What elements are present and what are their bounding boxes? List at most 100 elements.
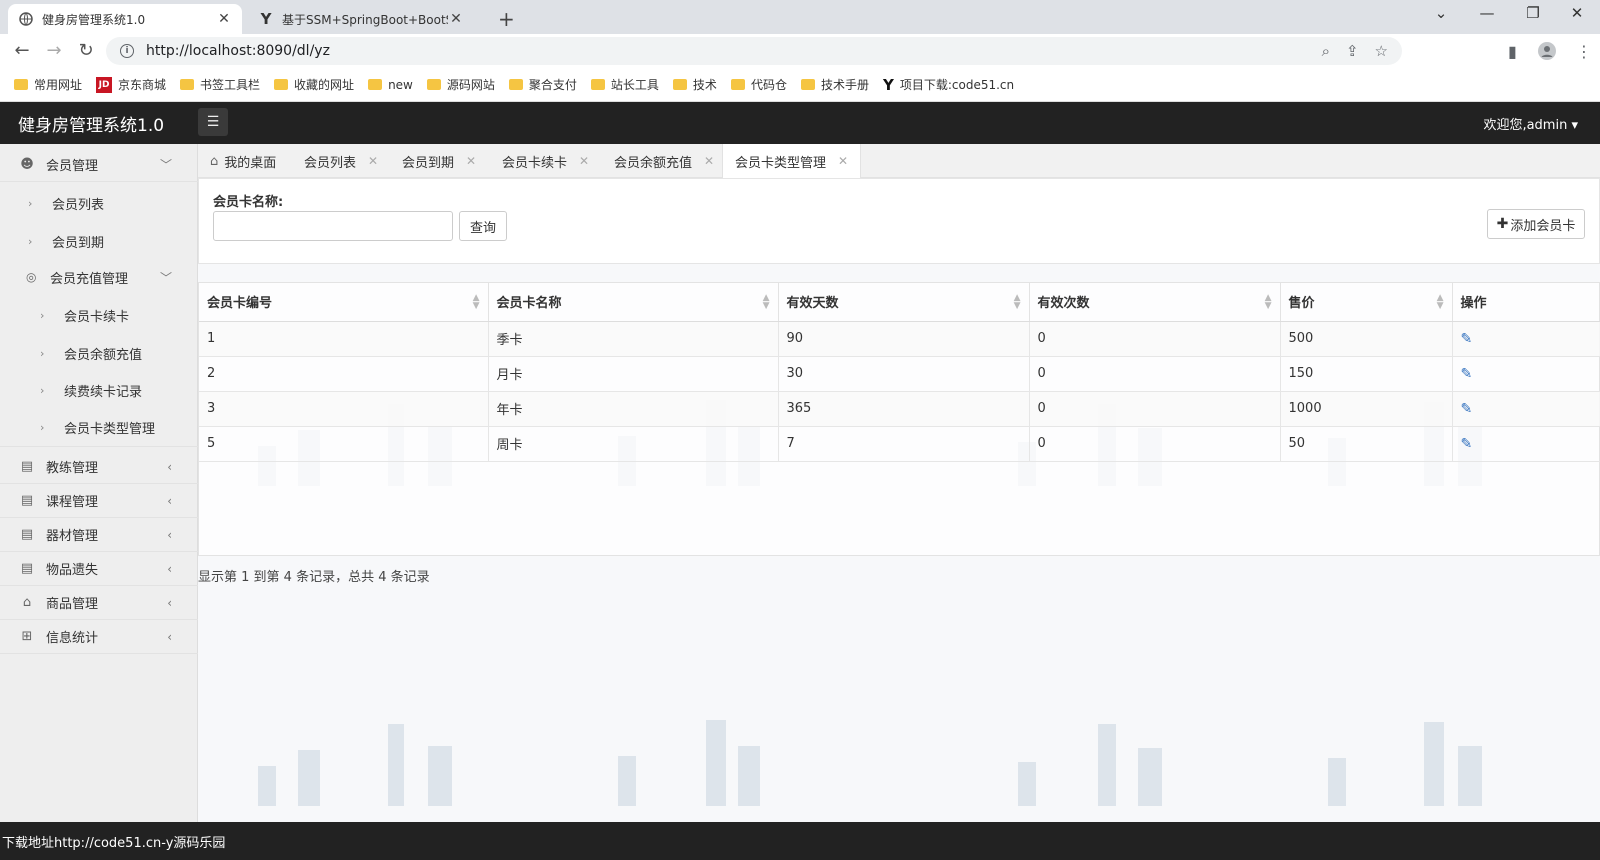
bookmark-item[interactable]: 技术: [672, 76, 717, 93]
column-header[interactable]: 会员卡编号 ▲ ▼: [199, 283, 489, 322]
side-panel-icon[interactable]: ▮: [1508, 42, 1517, 61]
sidebar-item-member-expire[interactable]: › 会员到期: [0, 222, 198, 260]
bookmark-item[interactable]: 聚合支付: [508, 76, 577, 93]
chevron-left-icon: ‹: [167, 595, 172, 610]
sidebar-item-lost-items[interactable]: ▤ 物品遗失 ‹: [0, 552, 198, 586]
sidebar-item-card-renew[interactable]: › 会员卡续卡: [0, 296, 198, 334]
browser-tab-active[interactable]: 健身房管理系统1.0 ✕: [8, 4, 242, 34]
bookmark-item[interactable]: JD 京东商城: [96, 76, 166, 93]
close-icon[interactable]: ✕: [368, 154, 378, 168]
url-bar[interactable]: i http://localhost:8090/dl/yz ⌕ ⇪ ☆: [106, 37, 1402, 65]
coin-icon: ◎: [26, 270, 37, 284]
browser-tab-title: 基于SSM+SpringBoot+BootSt: [282, 12, 448, 27]
sidebar-item-label: 会员卡类型管理: [64, 422, 156, 437]
bag-icon: ⌂: [22, 595, 32, 610]
info-icon[interactable]: i: [120, 44, 134, 58]
sidebar-item-member-mgmt[interactable]: ☻ 会员管理 ﹀: [0, 148, 198, 182]
sidebar-item-balance-recharge[interactable]: › 会员余额充值: [0, 334, 198, 372]
edit-pencil-icon[interactable]: ✎: [1461, 366, 1473, 382]
menu-toggle-icon[interactable]: ☰: [198, 108, 228, 136]
skyline-decoration: [198, 716, 1600, 806]
bookmark-item[interactable]: 源码网站: [426, 76, 495, 93]
search-panel: 会员卡名称: 查询 ✚ 添加会员卡: [198, 178, 1600, 264]
folder-icon: [274, 79, 289, 90]
query-button[interactable]: 查询: [459, 211, 507, 241]
document-icon: ▤: [20, 527, 34, 542]
table-row: 1 季卡 90 0 500 ✎: [199, 321, 1600, 357]
back-icon[interactable]: ←: [10, 40, 34, 61]
zoom-icon[interactable]: ⌕: [1322, 42, 1330, 60]
chevron-down-icon: ﹀: [159, 270, 172, 285]
chevron-left-icon: ‹: [167, 493, 172, 508]
share-icon[interactable]: ⇪: [1346, 42, 1359, 60]
profile-avatar-icon[interactable]: [1538, 42, 1556, 64]
user-menu[interactable]: 欢迎您,admin ▾: [1483, 114, 1578, 133]
more-menu-icon[interactable]: ⋮: [1576, 42, 1592, 61]
grid-icon: ⊞: [21, 629, 33, 644]
url-text[interactable]: http://localhost:8090/dl/yz: [146, 43, 330, 59]
bookmark-item[interactable]: 书签工具栏: [180, 76, 260, 93]
reload-icon[interactable]: ↻: [74, 40, 98, 61]
close-icon[interactable]: ✕: [704, 154, 714, 168]
close-icon[interactable]: ✕: [466, 154, 476, 168]
column-header[interactable]: 有效次数 ▲ ▼: [1029, 283, 1281, 322]
sidebar-item-renew-records[interactable]: › 续费续卡记录: [0, 371, 198, 409]
sidebar-item-equipment-mgmt[interactable]: ▤ 器材管理 ‹: [0, 518, 198, 552]
restore-icon[interactable]: ❐: [1510, 4, 1556, 22]
tab-member-list[interactable]: 会员列表 ✕: [292, 144, 390, 178]
table-row: 2 月卡 30 0 150 ✎: [199, 356, 1600, 392]
tab-balance-recharge[interactable]: 会员余额充值 ✕: [602, 144, 726, 178]
sidebar-item-goods-mgmt[interactable]: ⌂ 商品管理 ‹: [0, 586, 198, 620]
sidebar-item-label: 课程管理: [46, 495, 99, 510]
edit-pencil-icon[interactable]: ✎: [1461, 436, 1473, 452]
user-icon: ☻: [20, 157, 34, 172]
browser-tab-title: 健身房管理系统1.0: [42, 12, 146, 27]
tab-member-expire[interactable]: 会员到期 ✕: [390, 144, 488, 178]
edit-pencil-icon[interactable]: ✎: [1461, 401, 1473, 417]
tab-card-renew[interactable]: 会员卡续卡 ✕: [490, 144, 601, 178]
tab-desktop[interactable]: ⌂ 我的桌面: [198, 144, 288, 178]
column-header[interactable]: 售价 ▲ ▼: [1280, 283, 1453, 322]
browser-tab[interactable]: Y 基于SSM+SpringBoot+BootSt ✕: [248, 4, 474, 34]
sidebar-item-label: 会员管理: [46, 159, 99, 174]
bookmark-item[interactable]: 常用网址: [14, 76, 82, 93]
bookmark-item[interactable]: 收藏的网址: [274, 76, 354, 93]
forward-icon[interactable]: →: [42, 40, 66, 61]
tab-search-chevron-icon[interactable]: ⌄: [1418, 4, 1464, 22]
sidebar-item-label: 续费续卡记录: [64, 384, 143, 400]
minimize-icon[interactable]: —: [1464, 4, 1510, 22]
sidebar-item-coach-mgmt[interactable]: ▤ 教练管理 ‹: [0, 450, 198, 484]
sidebar-item-label: 会员到期: [52, 235, 105, 251]
window-close-icon[interactable]: ✕: [1554, 4, 1600, 22]
sidebar-item-recharge-mgmt[interactable]: ◎ 会员充值管理 ﹀: [0, 258, 198, 296]
sidebar-item-course-mgmt[interactable]: ▤ 课程管理 ‹: [0, 484, 198, 518]
column-header[interactable]: 有效天数 ▲ ▼: [778, 283, 1030, 322]
close-icon[interactable]: ✕: [838, 154, 848, 168]
bookmark-item[interactable]: 站长工具: [590, 76, 659, 93]
bookmark-item[interactable]: Y 项目下载:code51.cn: [883, 76, 1014, 94]
bookmark-item[interactable]: 代码仓: [730, 76, 787, 93]
bookmark-item[interactable]: new: [368, 78, 413, 92]
folder-icon: [508, 79, 523, 90]
edit-pencil-icon[interactable]: ✎: [1461, 331, 1473, 347]
bookmark-star-icon[interactable]: ☆: [1375, 42, 1388, 60]
folder-icon: [368, 79, 383, 90]
new-tab-button[interactable]: +: [498, 7, 515, 31]
bookmark-item[interactable]: 技术手册: [800, 76, 869, 93]
card-name-input[interactable]: [213, 211, 453, 241]
sidebar-item-card-type-mgmt[interactable]: › 会员卡类型管理: [0, 409, 198, 447]
close-tab-icon[interactable]: ✕: [448, 11, 464, 27]
sort-icon: ▲ ▼: [472, 293, 480, 311]
close-tab-icon[interactable]: ✕: [216, 11, 232, 27]
column-header[interactable]: 会员卡名称 ▲ ▼: [488, 283, 779, 322]
close-icon[interactable]: ✕: [579, 154, 589, 168]
sidebar-item-label: 会员充值管理: [50, 271, 129, 287]
caret-down-icon: ▾: [1571, 118, 1578, 133]
tab-card-type-mgmt[interactable]: 会员卡类型管理 ✕: [722, 144, 862, 178]
sidebar-item-label: 会员列表: [52, 197, 105, 213]
sidebar-item-statistics[interactable]: ⊞ 信息统计 ‹: [0, 620, 198, 654]
sidebar-item-member-list[interactable]: › 会员列表: [0, 184, 198, 222]
add-card-button[interactable]: ✚ 添加会员卡: [1487, 209, 1585, 239]
sidebar-item-label: 会员卡续卡: [64, 309, 130, 325]
chevron-left-icon: ‹: [167, 459, 172, 474]
